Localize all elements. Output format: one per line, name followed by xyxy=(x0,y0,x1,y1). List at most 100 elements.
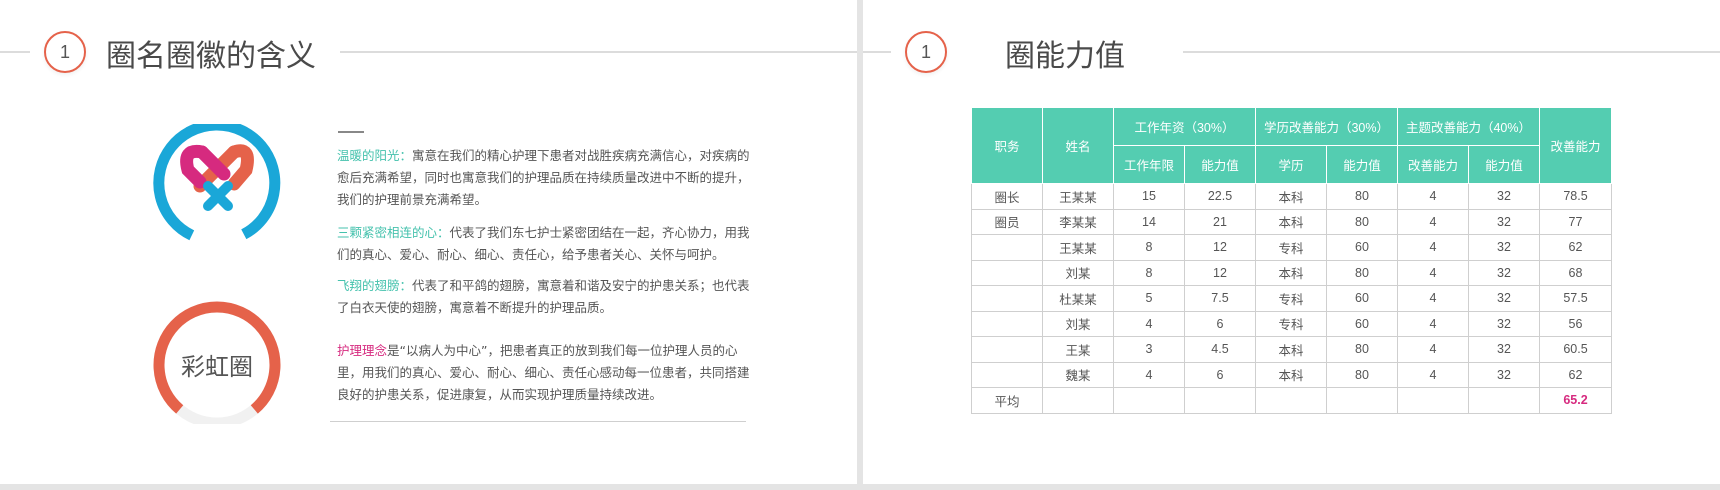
table-cell: 3 xyxy=(1113,336,1185,363)
title-rule-right xyxy=(340,51,857,53)
table-cell xyxy=(971,234,1043,261)
table-cell: 本科 xyxy=(1255,259,1327,286)
table-cell: 68 xyxy=(1539,259,1612,286)
table-cell: 62 xyxy=(1539,361,1612,388)
table-cell: 4 xyxy=(1397,208,1469,235)
table-cell xyxy=(971,285,1043,312)
table-cell: 5 xyxy=(1113,285,1185,312)
table-cell: 56 xyxy=(1539,310,1612,337)
paragraph-wings: 飞翔的翅膀：代表了和平鸽的翅膀，寓意着和谐及安宁的护患关系；也代表了白衣天使的翅… xyxy=(337,275,757,319)
table-cell xyxy=(1255,387,1327,414)
table-cell: 4 xyxy=(1397,183,1469,210)
header-work-seniority: 工作年资（30%） xyxy=(1113,107,1256,146)
table-cell: 32 xyxy=(1468,285,1540,312)
table-cell xyxy=(1113,387,1185,414)
table-cell: 4 xyxy=(1397,285,1469,312)
table-cell: 32 xyxy=(1468,361,1540,388)
table-cell: 4 xyxy=(1397,310,1469,337)
table-cell: 60.5 xyxy=(1539,336,1612,363)
table-cell: 6 xyxy=(1184,310,1256,337)
table-cell: 圈长 xyxy=(971,183,1043,210)
table-cell xyxy=(971,259,1043,286)
table-cell: 32 xyxy=(1468,208,1540,235)
table-cell xyxy=(1397,387,1469,414)
table-row: 圈员 李某某 14 21 本科 80 4 32 77 xyxy=(971,208,1612,235)
section-number-badge: 1 xyxy=(905,31,947,73)
table-cell: 80 xyxy=(1326,259,1398,286)
page-title: 圈能力值 xyxy=(1005,39,1125,74)
table-cell: 魏某 xyxy=(1042,361,1114,388)
table-cell: 32 xyxy=(1468,234,1540,261)
paragraph-label: 护理理念 xyxy=(337,343,388,358)
table-cell: 8 xyxy=(1113,234,1185,261)
table-cell: 60 xyxy=(1326,310,1398,337)
table-row: 刘某 8 12 本科 80 4 32 68 xyxy=(971,259,1612,286)
table-cell xyxy=(971,310,1043,337)
table-cell: 圈员 xyxy=(971,208,1043,235)
header-ability-value: 能力值 xyxy=(1184,145,1256,184)
table-cell: 专科 xyxy=(1255,234,1327,261)
title-rule-left xyxy=(863,51,891,53)
header-ability-value: 能力值 xyxy=(1326,145,1398,184)
table-cell: 本科 xyxy=(1255,183,1327,210)
table-cell: 专科 xyxy=(1255,285,1327,312)
table-row: 王某某 8 12 专科 60 4 32 62 xyxy=(971,234,1612,261)
slide-logo-meaning: 1 圈名圈徽的含义 彩虹圈 温暖的阳光：寓意在我们的精心护理下患者对战胜疾病充满… xyxy=(0,0,857,484)
table-cell: 57.5 xyxy=(1539,285,1612,312)
table-cell: 王某 xyxy=(1042,336,1114,363)
table-cell xyxy=(971,361,1043,388)
table-row: 杜某某 5 7.5 专科 60 4 32 57.5 xyxy=(971,285,1612,312)
table-row: 刘某 4 6 专科 60 4 32 56 xyxy=(971,310,1612,337)
table-cell: 60 xyxy=(1326,234,1398,261)
paragraph-label: 温暖的阳光： xyxy=(337,148,413,163)
section-number-badge: 1 xyxy=(44,31,86,73)
header-education: 学历 xyxy=(1255,145,1327,184)
table-cell: 王某某 xyxy=(1042,183,1114,210)
table-cell: 15 xyxy=(1113,183,1185,210)
table-cell: 王某某 xyxy=(1042,234,1114,261)
paragraph-label: 三颗紧密相连的心： xyxy=(337,225,450,240)
table-cell xyxy=(1042,387,1114,414)
page-title: 圈名圈徽的含义 xyxy=(106,39,316,74)
table-cell: 4 xyxy=(1397,336,1469,363)
paragraph-sunshine: 温暖的阳光：寓意在我们的精心护理下患者对战胜疾病充满信心，对疾病的愈后充满希望，… xyxy=(337,145,757,211)
table-cell: 4 xyxy=(1397,361,1469,388)
header-improve-ability: 改善能力 xyxy=(1539,107,1612,184)
table-cell xyxy=(1326,387,1398,414)
table-cell: 32 xyxy=(1468,183,1540,210)
table-cell: 本科 xyxy=(1255,361,1327,388)
table-cell: 14 xyxy=(1113,208,1185,235)
table-cell: 本科 xyxy=(1255,208,1327,235)
paragraph-text: 是“以病人为中心”，把患者真正的放到我们每一位护理人员的心里，用我们的真心、爱心… xyxy=(337,343,750,402)
table-cell: 4 xyxy=(1113,310,1185,337)
table-cell: 32 xyxy=(1468,336,1540,363)
table-cell: 60 xyxy=(1326,285,1398,312)
table-cell: 7.5 xyxy=(1184,285,1256,312)
average-value: 65.2 xyxy=(1539,387,1612,414)
table-cell: 32 xyxy=(1468,259,1540,286)
table-cell: 21 xyxy=(1184,208,1256,235)
table-cell xyxy=(1184,387,1256,414)
table-cell: 80 xyxy=(1326,361,1398,388)
circle-label: 彩虹圈 xyxy=(181,353,253,381)
header-improve: 改善能力 xyxy=(1397,145,1469,184)
table-cell: 4 xyxy=(1397,234,1469,261)
table-cell: 80 xyxy=(1326,336,1398,363)
header-duty: 职务 xyxy=(971,107,1043,184)
table-row: 圈长 王某某 15 22.5 本科 80 4 32 78.5 xyxy=(971,183,1612,210)
header-topic-ability: 主题改善能力（40%） xyxy=(1397,107,1540,146)
table-cell: 80 xyxy=(1326,183,1398,210)
table-cell: 22.5 xyxy=(1184,183,1256,210)
table-cell: 77 xyxy=(1539,208,1612,235)
table-cell: 杜某某 xyxy=(1042,285,1114,312)
average-label: 平均 xyxy=(971,387,1043,414)
table-cell: 4.5 xyxy=(1184,336,1256,363)
table-row-average: 平均 65.2 xyxy=(971,387,1612,414)
title-rule-right xyxy=(1183,51,1720,53)
table-cell: 专科 xyxy=(1255,310,1327,337)
title-rule-left xyxy=(0,51,30,53)
table-cell: 78.5 xyxy=(1539,183,1612,210)
header-name: 姓名 xyxy=(1042,107,1114,184)
table-cell: 80 xyxy=(1326,208,1398,235)
table-row: 王某 3 4.5 本科 80 4 32 60.5 xyxy=(971,336,1612,363)
